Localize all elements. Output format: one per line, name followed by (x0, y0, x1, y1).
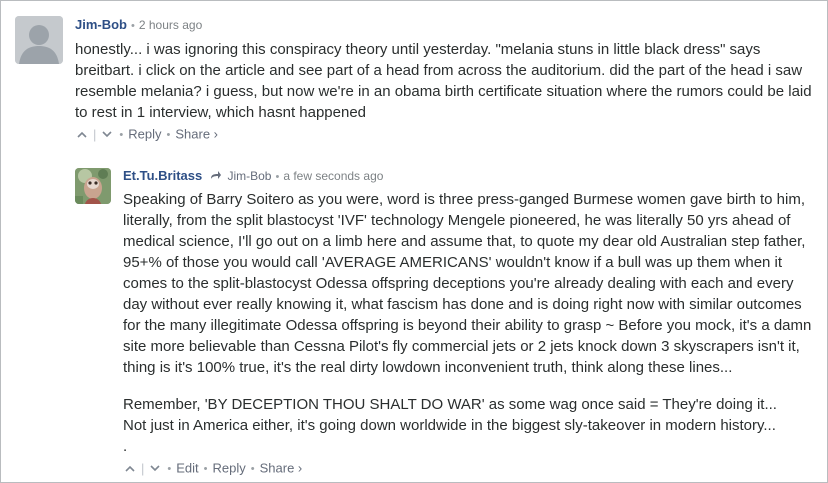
author-name[interactable]: Jim-Bob (75, 17, 127, 32)
vote-divider: | (93, 126, 97, 142)
comment-paragraph: Speaking of Barry Soitero as you were, w… (123, 191, 812, 376)
user-avatar-image (75, 168, 111, 204)
avatar[interactable] (75, 168, 111, 204)
separator-dot: • (275, 171, 280, 183)
chevron-up-icon[interactable] (75, 127, 89, 143)
comment-header: Et.Tu.Britass Jim-Bob • a few seconds ago (123, 168, 383, 185)
comment-body: honestly... i was ignoring this conspira… (75, 39, 817, 123)
edit-button[interactable]: Edit (176, 461, 198, 476)
reply-button[interactable]: Reply (213, 461, 246, 476)
reply-arrow-icon (206, 168, 225, 183)
comment-paragraph: . (123, 438, 128, 455)
share-button[interactable]: Share › (260, 461, 303, 476)
vote-divider: | (141, 460, 145, 476)
separator-dot: • (166, 128, 171, 141)
separator-dot: • (203, 462, 208, 475)
comment-paragraph: Remember, 'BY DECEPTION THOU SHALT DO WA… (123, 396, 777, 413)
comment-thread: Jim-Bob • 2 hours ago honestly... i was ig… (0, 0, 828, 483)
separator-dot: • (250, 462, 255, 475)
in-reply-to-author[interactable]: Jim-Bob (227, 169, 271, 183)
chevron-down-icon[interactable] (148, 461, 162, 477)
comment-actions: | • Edit • Reply • Share › (123, 460, 302, 477)
comment-paragraph: honestly... i was ignoring this conspira… (75, 41, 812, 121)
reply-button[interactable]: Reply (128, 127, 161, 142)
default-user-icon (15, 16, 63, 64)
timestamp[interactable]: a few seconds ago (283, 169, 383, 183)
separator-dot: • (167, 462, 172, 475)
chevron-up-icon[interactable] (123, 461, 137, 477)
author-name[interactable]: Et.Tu.Britass (123, 168, 202, 183)
comment-actions: | • Reply • Share › (75, 126, 218, 143)
comment-paragraph: Not just in America either, it's going d… (123, 417, 776, 434)
share-button[interactable]: Share › (175, 127, 218, 142)
comment-body: Speaking of Barry Soitero as you were, w… (123, 189, 817, 457)
chevron-down-icon[interactable] (100, 127, 114, 143)
separator-dot: • (119, 128, 124, 141)
timestamp[interactable]: 2 hours ago (139, 18, 202, 32)
separator-dot: • (131, 20, 135, 32)
comment-header: Jim-Bob • 2 hours ago (75, 17, 202, 34)
avatar[interactable] (15, 16, 63, 64)
